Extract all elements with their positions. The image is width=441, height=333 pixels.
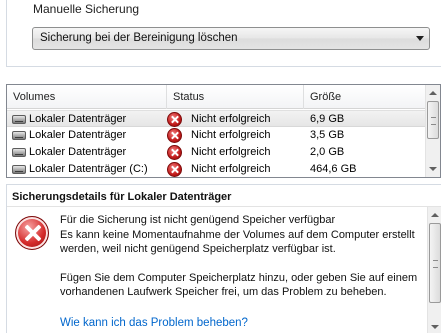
details-scrollbar[interactable] — [427, 207, 441, 333]
chevron-down-icon — [416, 36, 424, 41]
volume-name: Lokaler Datenträger (C:) — [29, 163, 148, 175]
volume-list: Volumes Status Größe Lokaler Datenträger… — [6, 84, 441, 178]
error-title: Für die Sicherung ist nicht genügend Spe… — [60, 214, 336, 226]
drive-icon — [12, 148, 26, 157]
manual-backup-label: Manuelle Sicherung — [33, 2, 140, 16]
list-header: Volumes Status Größe — [7, 85, 426, 109]
volume-size: 6,9 GB — [310, 113, 345, 125]
volume-size: 2,0 GB — [310, 146, 345, 158]
scrollbar-thumb[interactable] — [429, 223, 441, 303]
table-row[interactable]: Lokaler Datenträger Nicht erfolgreich 2,… — [7, 144, 426, 161]
error-icon — [167, 128, 182, 143]
help-link[interactable]: Wie kann ich das Problem beheben? — [60, 317, 248, 329]
volume-name: Lokaler Datenträger — [29, 129, 127, 141]
error-icon — [15, 216, 49, 250]
drive-icon — [12, 165, 26, 174]
error-icon — [167, 145, 182, 160]
volume-name: Lokaler Datenträger — [29, 146, 127, 158]
table-row[interactable]: Lokaler Datenträger (C:) Nicht erfolgrei… — [7, 161, 426, 177]
column-header-size[interactable]: Größe — [304, 85, 426, 109]
drive-icon — [12, 131, 26, 140]
scroll-up-arrow-icon[interactable] — [428, 208, 441, 222]
details-body: Für die Sicherung ist nicht genügend Spe… — [7, 206, 441, 333]
dropdown-selected-value: Sicherung bei der Bereinigung löschen — [40, 32, 238, 44]
volume-name: Lokaler Datenträger — [29, 113, 127, 125]
backup-options-panel: Manuelle Sicherung Sicherung bei der Ber… — [6, 0, 441, 67]
scroll-down-arrow-icon[interactable] — [426, 162, 440, 176]
scroll-up-arrow-icon[interactable] — [426, 86, 440, 100]
error-resolution: Fügen Sie dem Computer Speicherplatz hin… — [60, 272, 418, 298]
error-icon — [167, 112, 182, 127]
volume-status: Nicht erfolgreich — [191, 163, 271, 175]
backup-details-panel: Sicherungsdetails für Lokaler Datenträge… — [6, 184, 441, 333]
list-scrollbar[interactable] — [425, 85, 440, 177]
backup-action-dropdown[interactable]: Sicherung bei der Bereinigung löschen — [32, 27, 430, 50]
column-header-volumes[interactable]: Volumes — [7, 85, 167, 109]
scroll-down-arrow-icon[interactable] — [428, 320, 441, 333]
column-header-status[interactable]: Status — [167, 85, 304, 109]
error-description: Es kann keine Momentaufnahme der Volumes… — [60, 229, 415, 255]
volume-size: 464,6 GB — [310, 163, 357, 175]
volume-status: Nicht erfolgreich — [191, 146, 271, 158]
volume-size: 3,5 GB — [310, 129, 345, 141]
scrollbar-thumb[interactable] — [427, 101, 439, 139]
table-row[interactable]: Lokaler Datenträger Nicht erfolgreich 6,… — [7, 110, 426, 127]
drive-icon — [12, 115, 26, 124]
details-heading: Sicherungsdetails für Lokaler Datenträge… — [12, 191, 232, 203]
volume-status: Nicht erfolgreich — [191, 129, 271, 141]
volume-status: Nicht erfolgreich — [191, 113, 271, 125]
table-row[interactable]: Lokaler Datenträger Nicht erfolgreich 3,… — [7, 127, 426, 144]
volume-rows: Lokaler Datenträger Nicht erfolgreich 6,… — [7, 110, 426, 177]
error-icon — [167, 162, 182, 177]
